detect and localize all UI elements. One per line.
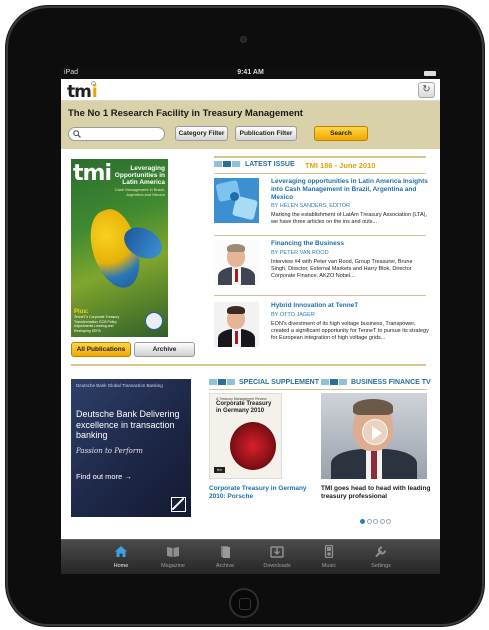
tab-home[interactable]: Home — [91, 540, 151, 574]
heading-marker-icon — [321, 379, 329, 385]
article-separator — [214, 235, 426, 236]
tab-music[interactable]: Music — [299, 540, 359, 574]
tab-downloads[interactable]: Downloads — [247, 540, 307, 574]
cover-plus-text: TenneT's Corporate Treasury Transformati… — [74, 315, 120, 333]
supplement-cover-title: Corporate Treasury in Germany 2010 — [216, 401, 272, 414]
magazine-cover[interactable]: tmi Leveraging Opportunities in Latin Am… — [71, 159, 168, 337]
page-dot[interactable] — [360, 519, 365, 524]
article-title[interactable]: Financing the Business — [271, 240, 429, 248]
advert-brand: Deutsche Bank Global Transaction Banking — [76, 383, 163, 388]
cover-masthead: tmi — [73, 161, 112, 186]
puzzle-image — [214, 178, 259, 223]
app-screen: iPad 9:41 AM tmi ↻ The No 1 Research Fac… — [61, 68, 440, 574]
video-thumbnail[interactable] — [321, 393, 427, 479]
all-publications-button[interactable]: All Publications — [71, 342, 131, 357]
heading-marker-icon — [223, 161, 231, 167]
tab-settings[interactable]: Settings — [351, 540, 411, 574]
heading-marker-icon — [232, 161, 240, 167]
front-camera — [240, 36, 247, 43]
cover-headline: Leveraging Opportunities in Latin Americ… — [114, 165, 165, 186]
article-description: EON's divestment of its high voltage bus… — [271, 321, 429, 341]
page-indicator[interactable] — [360, 511, 393, 524]
download-icon — [270, 546, 284, 558]
article-item[interactable]: Leveraging opportunities in Latin Americ… — [214, 178, 429, 230]
article-author: BY OTTO JAGER — [271, 312, 315, 318]
play-icon[interactable] — [362, 419, 388, 445]
supplement-cover[interactable]: A Treasury Management Review Corporate T… — [209, 393, 282, 479]
article-item[interactable]: Financing the Business BY PETER VAN ROOD… — [214, 240, 426, 290]
category-filter-button[interactable]: Category Filter — [175, 126, 228, 141]
article-description: Interview #4 with Peter van Rood, Group … — [271, 259, 413, 279]
supplement-logo: tm — [214, 467, 225, 473]
music-icon — [324, 545, 334, 558]
page-dot[interactable] — [386, 519, 391, 524]
article-title[interactable]: Leveraging opportunities in Latin Americ… — [271, 178, 429, 202]
search-button[interactable]: Search — [314, 126, 368, 141]
article-item[interactable]: Hybrid Innovation at TenneT BY OTTO JAGE… — [214, 302, 429, 352]
latest-issue-heading: LATEST ISSUE — [214, 161, 295, 168]
wrench-icon — [375, 546, 386, 558]
tab-magazine[interactable]: Magazine — [143, 540, 203, 574]
tagline: The No 1 Research Facility in Treasury M… — [68, 108, 303, 119]
search-band: The No 1 Research Facility in Treasury M… — [61, 101, 440, 149]
heading-marker-icon — [330, 379, 338, 385]
issue-title: TMI 186 - June 2010 — [305, 161, 376, 170]
cover-badge-icon — [145, 312, 163, 330]
tmi-logo: tmi — [67, 81, 98, 102]
page-dot[interactable] — [366, 519, 372, 524]
article-title[interactable]: Hybrid Innovation at TenneT — [271, 302, 429, 310]
heading-marker-icon — [214, 161, 222, 167]
app-header: tmi ↻ — [61, 79, 440, 102]
deutsche-bank-logo-icon — [171, 497, 186, 512]
article-author: BY HELEN SANDERS, EDITOR — [271, 203, 350, 209]
article-thumbnail — [214, 178, 259, 223]
author-photo — [214, 302, 259, 347]
battery-icon — [424, 71, 436, 76]
refresh-button[interactable]: ↻ — [418, 82, 435, 98]
open-book-icon — [167, 547, 179, 557]
section-divider — [209, 389, 427, 390]
tab-archive[interactable]: Archive — [195, 540, 255, 574]
video-caption[interactable]: TMI goes head to head with leading treas… — [321, 485, 431, 501]
find-out-more-link[interactable]: Find out more → — [76, 472, 132, 481]
article-author: BY PETER VAN ROOD — [271, 250, 329, 256]
tab-bar: Home Magazine Archive Downloads Music Se… — [61, 539, 440, 574]
home-hardware-button[interactable] — [229, 588, 259, 618]
hexagon-pattern-image — [230, 422, 276, 470]
main-content: tmi Leveraging Opportunities in Latin Am… — [61, 149, 440, 539]
section-divider — [71, 364, 426, 366]
author-photo — [214, 240, 259, 285]
supplement-caption[interactable]: Corporate Treasury in Germany 2010: Pors… — [209, 485, 314, 501]
publication-filter-button[interactable]: Publication Filter — [235, 126, 297, 141]
advert-tagline: Passion to Perform — [76, 447, 143, 455]
heading-marker-icon — [227, 379, 235, 385]
page-dot[interactable] — [373, 519, 378, 524]
archive-button[interactable]: Archive — [134, 342, 195, 357]
clock: 9:41 AM — [237, 69, 264, 76]
heading-marker-icon — [209, 379, 217, 385]
section-divider — [214, 156, 426, 158]
home-icon — [115, 546, 127, 557]
section-divider — [214, 173, 426, 174]
heading-marker-icon — [339, 379, 347, 385]
cover-subheadline: Cash Management in Brazil, Argentina and… — [114, 187, 165, 197]
business-finance-tv-heading: BUSINESS FINANCE TV — [321, 379, 431, 386]
article-description: Marking the establishment of LatAm Treas… — [271, 212, 428, 225]
page-dot[interactable] — [379, 519, 385, 524]
search-input[interactable] — [68, 127, 165, 141]
advert-headline: Deutsche Bank Delivering excellence in t… — [76, 409, 180, 440]
article-thumbnail — [214, 302, 259, 347]
article-separator — [214, 295, 426, 296]
archive-icon — [221, 546, 230, 558]
special-supplement-heading: SPECIAL SUPPLEMENT — [209, 379, 319, 386]
deutsche-bank-advert[interactable]: Deutsche Bank Global Transaction Banking… — [71, 379, 191, 517]
search-icon — [73, 130, 81, 138]
refresh-icon: ↻ — [422, 84, 431, 95]
article-thumbnail — [214, 240, 259, 285]
status-bar: iPad 9:41 AM — [61, 68, 440, 79]
heading-marker-icon — [218, 379, 226, 385]
